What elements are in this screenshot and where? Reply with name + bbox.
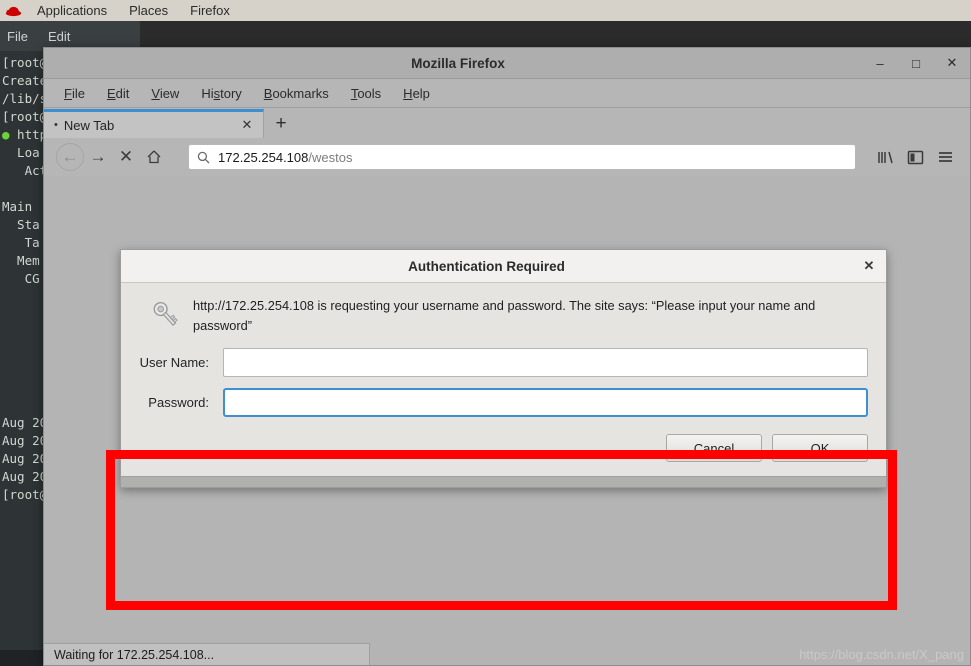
firefox-tabbar: • New Tab ✕ +: [44, 108, 970, 138]
dialog-titlebar: Authentication Required ✕: [121, 250, 886, 283]
dialog-footer-strip: [121, 476, 886, 487]
gnome-top-panel: Applications Places Firefox: [0, 0, 971, 21]
library-icon[interactable]: [870, 143, 900, 171]
back-icon[interactable]: ←: [56, 143, 84, 171]
cancel-button[interactable]: Cancel: [666, 434, 762, 462]
panel-item-applications[interactable]: Applications: [26, 0, 118, 21]
key-icon: [139, 296, 193, 336]
url-path-text: /westos: [308, 149, 353, 165]
menu-item-view[interactable]: View: [140, 86, 190, 101]
minimize-button[interactable]: –: [872, 55, 888, 71]
dialog-close-button[interactable]: ✕: [852, 258, 886, 274]
hamburger-menu-icon[interactable]: [930, 143, 960, 171]
menu-item-history[interactable]: History: [190, 86, 252, 101]
status-text: Waiting for 172.25.254.108...: [44, 643, 370, 665]
menu-item-tools[interactable]: Tools: [340, 86, 392, 101]
tab-close-icon[interactable]: ✕: [239, 117, 255, 133]
firefox-window[interactable]: Mozilla Firefox – □ ✕ File Edit View Histor…: [43, 47, 971, 666]
watermark-text: https://blog.csdn.net/X_pang: [799, 647, 964, 662]
dialog-title: Authentication Required: [408, 258, 565, 274]
dialog-message-text: http://172.25.254.108 is requesting your…: [193, 298, 816, 333]
ok-button[interactable]: OK: [772, 434, 868, 462]
new-tab-button[interactable]: +: [264, 109, 298, 138]
sidebar-icon[interactable]: [900, 143, 930, 171]
password-row: Password:: [139, 388, 868, 417]
url-input[interactable]: 172.25.254.108/westos: [188, 144, 856, 170]
panel-item-places[interactable]: Places: [118, 0, 179, 21]
username-input[interactable]: [223, 348, 868, 377]
terminal-menu-file[interactable]: File: [7, 29, 48, 44]
menu-item-file[interactable]: File: [53, 86, 96, 101]
menu-item-bookmarks[interactable]: Bookmarks: [253, 86, 340, 101]
url-host-text: 172.25.254.108: [218, 149, 309, 165]
tab-label: New Tab: [63, 117, 115, 133]
dialog-fields: User Name: Password:: [121, 338, 886, 428]
page-content-area: Authentication Required ✕ http://172.25.…: [44, 176, 970, 665]
terminal-menu-edit[interactable]: Edit: [48, 29, 90, 44]
firefox-navigation-toolbar: ← → ✕ 172.25.254.108/westos: [44, 138, 970, 176]
username-row: User Name:: [139, 348, 868, 377]
dialog-message-row: http://172.25.254.108 is requesting your…: [121, 283, 886, 338]
firefox-titlebar[interactable]: Mozilla Firefox – □ ✕: [44, 48, 970, 79]
panel-item-firefox[interactable]: Firefox: [179, 0, 241, 21]
desktop: File Edit [root@ Create/lib/s [root@ ● http…: [0, 21, 971, 666]
dialog-button-row: Cancel OK: [121, 428, 886, 476]
forward-icon[interactable]: →: [84, 143, 112, 171]
close-button[interactable]: ✕: [944, 55, 960, 71]
tab-bullet-icon: •: [54, 119, 58, 131]
magnifier-icon: [197, 151, 210, 164]
maximize-button[interactable]: □: [908, 55, 924, 71]
stop-icon[interactable]: ✕: [112, 143, 140, 171]
authentication-dialog[interactable]: Authentication Required ✕ http://172.25.…: [120, 249, 887, 488]
redhat-logo-icon: [0, 0, 26, 21]
home-icon[interactable]: [140, 143, 168, 171]
password-label: Password:: [148, 395, 209, 410]
menu-item-edit[interactable]: Edit: [96, 86, 140, 101]
tab-new-tab[interactable]: • New Tab ✕: [44, 109, 264, 138]
password-input[interactable]: [223, 388, 868, 417]
menu-item-help[interactable]: Help: [392, 86, 441, 101]
firefox-menubar: File Edit View History Bookmarks Tools Help: [44, 79, 970, 108]
window-title: Mozilla Firefox: [411, 55, 505, 71]
username-label: User Name:: [139, 355, 209, 370]
